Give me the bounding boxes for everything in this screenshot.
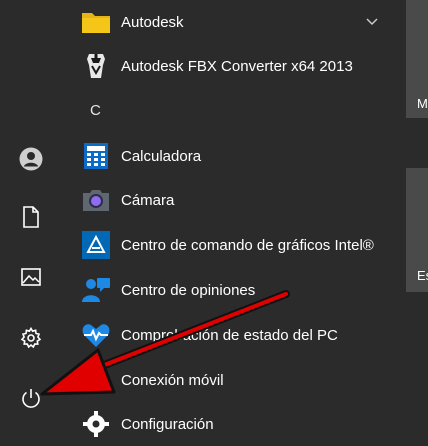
list-item-label: Conexión móvil (121, 371, 224, 389)
fbx-converter-icon (80, 50, 112, 82)
list-item-label: Centro de opiniones (121, 281, 256, 299)
app-list: Autodesk Autodesk FBX Converter x64 2013… (62, 0, 402, 437)
list-item-intel-graphics[interactable]: Centro de comando de gráficos Intel® (62, 223, 402, 267)
list-item-conexion-movil[interactable]: Conexión móvil (62, 358, 402, 402)
user-account-button[interactable] (0, 137, 62, 181)
documents-button[interactable] (0, 195, 62, 239)
list-item-label: Cámara (121, 191, 175, 209)
list-item-camara[interactable]: Cámara (62, 178, 402, 222)
list-item-configuracion[interactable]: Configuración (62, 402, 402, 446)
camera-icon (80, 184, 112, 216)
list-item-label: Configuración (121, 415, 214, 433)
tile-middle[interactable]: Es (406, 168, 428, 292)
settings-icon (20, 326, 42, 349)
list-item-fbx-converter[interactable]: Autodesk FBX Converter x64 2013 (62, 44, 402, 88)
tile-label: M (417, 96, 428, 111)
list-item-label: Autodesk (121, 13, 184, 31)
tile-top[interactable]: M (406, 0, 428, 118)
list-item-calculadora[interactable]: Calculadora (62, 134, 402, 178)
power-button[interactable] (0, 376, 62, 420)
start-menu-rail (0, 0, 62, 428)
section-letter-header[interactable]: C (90, 102, 101, 119)
settings-button[interactable] (0, 316, 62, 360)
calculator-icon (80, 140, 112, 172)
document-icon (23, 206, 39, 228)
list-item-label: Comprobación de estado del PC (121, 326, 338, 344)
folder-icon (80, 6, 112, 38)
intel-graphics-icon (80, 229, 112, 261)
list-item-pc-health-check[interactable]: Comprobación de estado del PC (62, 313, 402, 357)
tile-label: Es (417, 268, 428, 283)
list-item-centro-opiniones[interactable]: Centro de opiniones (62, 268, 402, 312)
list-item-label: Centro de comando de gráficos Intel® (121, 236, 374, 254)
tile-area: M Es (402, 0, 428, 428)
power-icon (22, 389, 40, 408)
chevron-down-icon[interactable] (358, 8, 386, 36)
list-item-label: Autodesk FBX Converter x64 2013 (121, 57, 353, 75)
pc-health-icon (80, 319, 112, 351)
mobile-connection-icon (80, 364, 112, 396)
list-item-autodesk-folder[interactable]: Autodesk (62, 0, 402, 44)
feedback-hub-icon (80, 274, 112, 306)
pictures-button[interactable] (0, 255, 62, 299)
user-icon (19, 147, 43, 171)
list-item-label: Calculadora (121, 147, 202, 165)
gear-icon (80, 408, 112, 440)
pictures-icon (21, 268, 41, 286)
